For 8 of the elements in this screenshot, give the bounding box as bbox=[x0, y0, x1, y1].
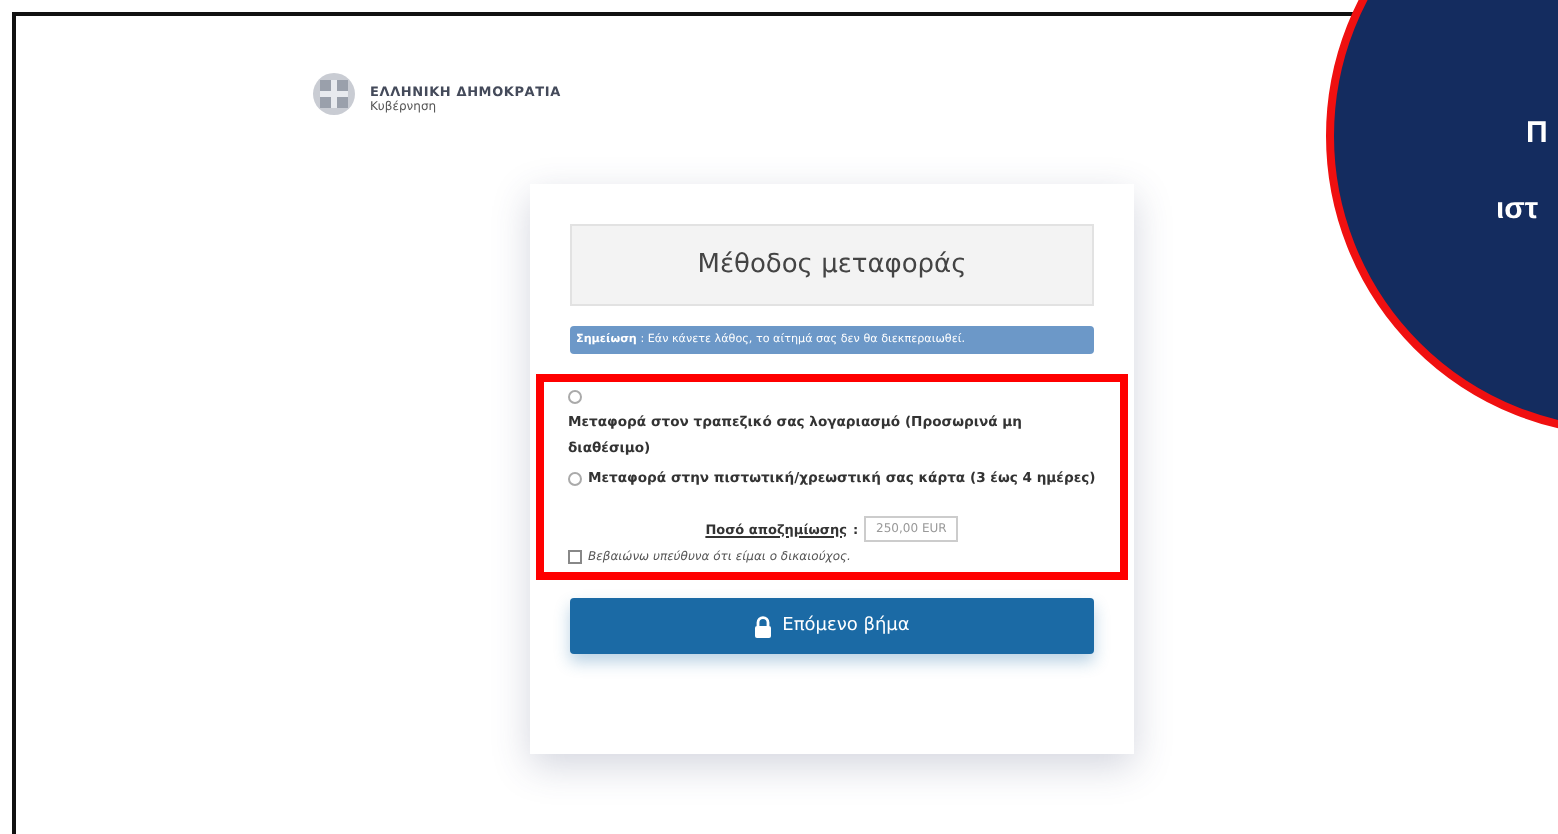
lock-icon bbox=[754, 615, 773, 637]
radio-button[interactable] bbox=[568, 390, 582, 404]
radio-button[interactable] bbox=[568, 472, 582, 486]
checkbox[interactable] bbox=[568, 550, 582, 564]
next-step-button[interactable]: Επόμενο βήμα bbox=[570, 598, 1094, 654]
form-title: Μέθοδος μεταφοράς bbox=[570, 224, 1094, 306]
callout-text: Π bbox=[1526, 116, 1548, 150]
callout-text: ιστ bbox=[1496, 192, 1539, 226]
